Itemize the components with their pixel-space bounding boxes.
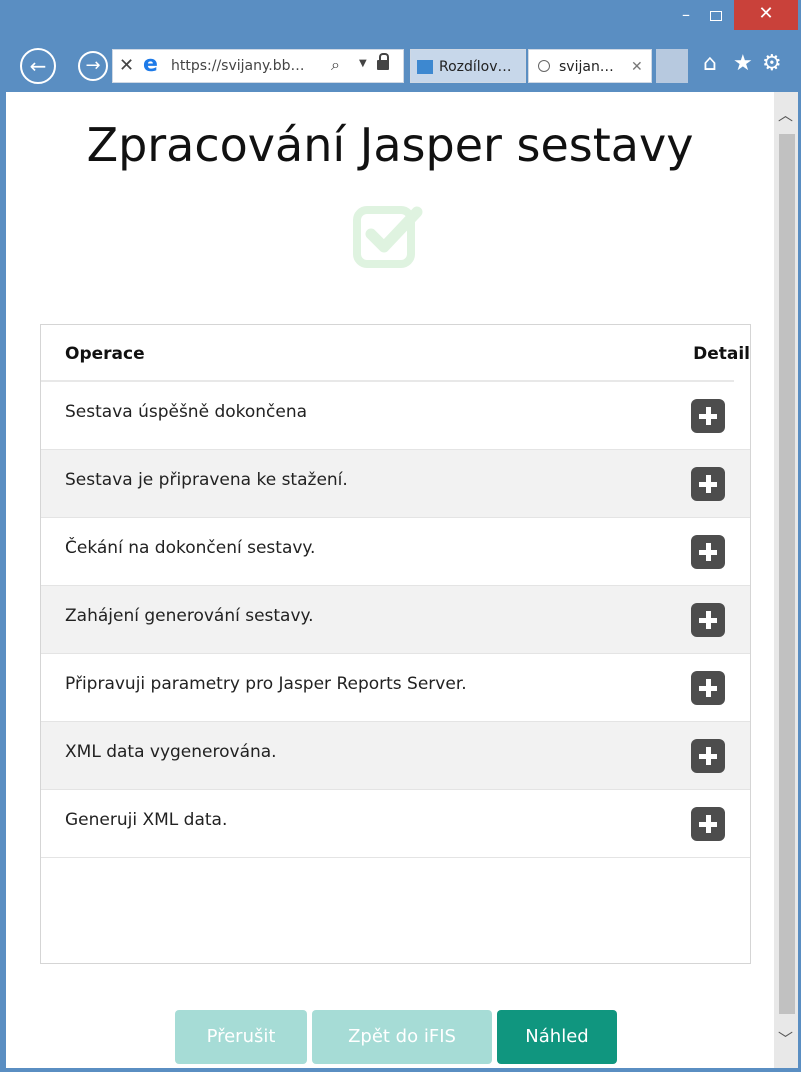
- stop-icon[interactable]: ✕: [119, 55, 134, 76]
- back-to-ifis-button[interactable]: Zpět do iFIS: [312, 1010, 492, 1064]
- loading-icon: [538, 60, 550, 72]
- row-text: Generuji XML data.: [65, 810, 228, 830]
- table-row: Generuji XML data.: [41, 790, 750, 858]
- preview-button[interactable]: Náhled: [497, 1010, 617, 1064]
- table-row: Sestava úspěšně dokončena: [41, 382, 750, 450]
- checkbox-check-icon: [353, 206, 423, 268]
- window-titlebar: – ✕: [0, 0, 801, 42]
- table-header: Operace Detail: [41, 325, 750, 382]
- tab-svijany[interactable]: svijan… ✕: [528, 49, 652, 83]
- page-title: Zpracování Jasper sestavy: [86, 118, 694, 172]
- address-bar[interactable]: ✕ e https://svijany.bb… ⌕ ▼: [112, 49, 404, 83]
- tab-close-icon[interactable]: ✕: [631, 50, 643, 84]
- plus-icon[interactable]: [691, 603, 725, 637]
- forward-icon[interactable]: →: [78, 51, 108, 81]
- operations-table: Operace Detail Sestava úspěšně dokončena…: [40, 324, 751, 964]
- search-icon[interactable]: ⌕: [331, 55, 340, 75]
- new-tab-button[interactable]: [656, 49, 688, 83]
- dropdown-icon[interactable]: ▼: [359, 58, 367, 69]
- plus-icon[interactable]: [691, 467, 725, 501]
- row-text: Čekání na dokončení sestavy.: [65, 538, 316, 558]
- column-header-operation: Operace: [65, 344, 145, 364]
- tab-label: Rozdílov…: [439, 59, 512, 75]
- site-favicon-icon: [417, 60, 433, 74]
- minimize-button[interactable]: –: [672, 6, 700, 28]
- home-icon[interactable]: ⌂: [703, 50, 717, 78]
- plus-icon[interactable]: [691, 807, 725, 841]
- table-row: Zahájení generování sestavy.: [41, 586, 750, 654]
- browser-navbar: ← → ✕ e https://svijany.bb… ⌕ ▼ Rozdílov…: [0, 42, 801, 92]
- url-text[interactable]: https://svijany.bb…: [171, 58, 305, 74]
- scroll-thumb[interactable]: [779, 134, 795, 1014]
- row-text: Připravuji parametry pro Jasper Reports …: [65, 674, 467, 694]
- plus-icon[interactable]: [691, 399, 725, 433]
- row-text: XML data vygenerována.: [65, 742, 277, 762]
- table-row: Připravuji parametry pro Jasper Reports …: [41, 654, 750, 722]
- row-text: Sestava úspěšně dokončena: [65, 402, 308, 422]
- table-row: Sestava je připravena ke stažení.: [41, 450, 750, 518]
- scroll-up-icon[interactable]: ︿: [778, 104, 793, 125]
- plus-icon[interactable]: [691, 535, 725, 569]
- table-row: Čekání na dokončení sestavy.: [41, 518, 750, 586]
- vertical-scrollbar[interactable]: ︿ ﹀: [774, 92, 798, 1068]
- tab-label: svijan…: [559, 59, 614, 75]
- back-icon[interactable]: ←: [20, 48, 56, 84]
- ie-logo-icon: e: [143, 52, 158, 77]
- table-row: XML data vygenerována.: [41, 722, 750, 790]
- row-text: Sestava je připravena ke stažení.: [65, 470, 348, 490]
- tab-rozdilov[interactable]: Rozdílov…: [410, 49, 526, 83]
- column-header-detail: Detail: [693, 344, 750, 364]
- cancel-button[interactable]: Přerušit: [175, 1010, 307, 1064]
- row-text: Zahájení generování sestavy.: [65, 606, 314, 626]
- maximize-button[interactable]: [702, 6, 730, 28]
- close-window-button[interactable]: ✕: [734, 0, 798, 30]
- plus-icon[interactable]: [691, 671, 725, 705]
- settings-gear-icon[interactable]: ⚙: [762, 50, 782, 78]
- scroll-down-icon[interactable]: ﹀: [778, 1028, 793, 1049]
- lock-icon[interactable]: [377, 53, 389, 70]
- page-content: Zpracování Jasper sestavy Operace Detail…: [6, 92, 774, 1068]
- favorites-star-icon[interactable]: ★: [733, 50, 753, 78]
- plus-icon[interactable]: [691, 739, 725, 773]
